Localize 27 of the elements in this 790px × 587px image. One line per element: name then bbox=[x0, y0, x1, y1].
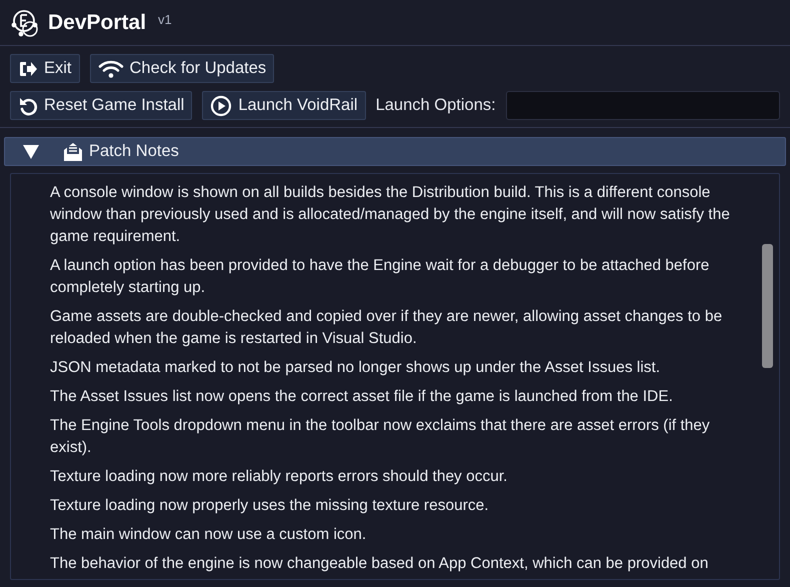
exit-icon bbox=[18, 60, 38, 78]
patch-note: A console window is shown on all builds besides the Distribution build. This is a different console window than previously used and is allocated/managed by the engine itself, and will now satisfy the game requirement. bbox=[50, 183, 731, 247]
patch-note: Texture loading now properly uses the missing texture resource. bbox=[50, 496, 490, 516]
expanded-triangle-icon bbox=[23, 144, 39, 158]
patch-note: A launch option has been provided to have the Engine wait for a debugger to be attached before completely starting up. bbox=[50, 256, 710, 298]
patch-note: JSON metadata marked to not be parsed no longer shows up under the Asset Issues list. bbox=[50, 358, 662, 378]
toolbar-button[interactable]: Launch VoidRail bbox=[202, 91, 366, 120]
patch-note: The main window can now use a custom icon. bbox=[50, 525, 368, 545]
patch-note: Texture loading now more reliably reports errors should they occur. bbox=[50, 467, 508, 487]
launch-options-label: Launch Options: bbox=[376, 95, 496, 116]
patch-notes-header[interactable]: Patch Notes bbox=[4, 137, 786, 166]
patch-note: The Engine Tools dropdown menu in the toolbar now exclaims that there are asset errors (if they exist). bbox=[50, 416, 711, 458]
patch-note: The Asset Issues list now opens the correct asset file if the game is launched from the IDE. bbox=[50, 387, 674, 407]
envelope-icon bbox=[63, 142, 83, 162]
toolbar-button[interactable]: Reset Game Install bbox=[10, 91, 192, 120]
scrollbar-thumb[interactable] bbox=[762, 244, 773, 368]
toolbar-button[interactable]: Check for Updates bbox=[90, 54, 274, 83]
reset-icon bbox=[18, 96, 38, 116]
play-icon bbox=[210, 94, 232, 116]
patch-note: Game assets are double-checked and copied over if they are newer, allowing asset changes to be reloaded when the game is restarted in Visual Studio. bbox=[50, 307, 724, 349]
patch-note: The behavior of the engine is now changeable based on App Context, which can be provided on bbox=[50, 554, 710, 574]
version-label: v1 bbox=[158, 11, 172, 29]
logo-icon bbox=[10, 8, 40, 38]
wifi-icon bbox=[98, 58, 124, 78]
app-title: DevPortal bbox=[48, 10, 146, 36]
toolbar-button[interactable]: Exit bbox=[10, 54, 80, 83]
launch-options-field[interactable] bbox=[506, 91, 780, 120]
